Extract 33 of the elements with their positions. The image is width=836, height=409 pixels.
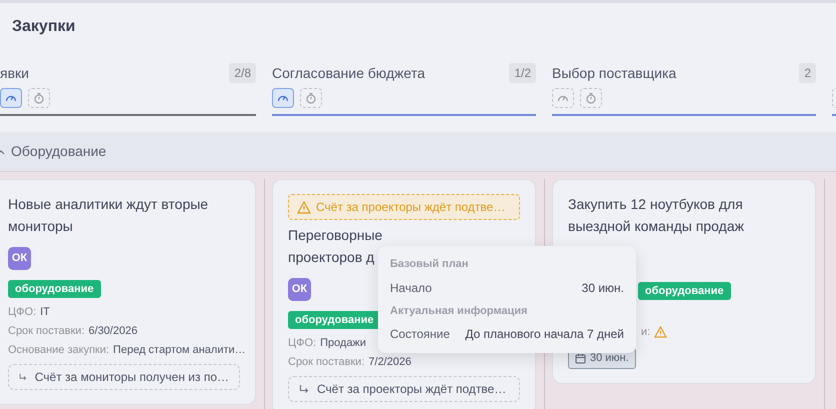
field-label: Основание закупки: bbox=[8, 342, 110, 358]
column-title: Согласование бюджета bbox=[272, 64, 425, 83]
card-title-line: Переговорные bbox=[288, 226, 382, 245]
card-title: Закупить 12 ноутбуков для выездной команды продаж bbox=[568, 195, 745, 236]
tooltip-heading: Актуальная информация bbox=[390, 304, 528, 318]
column-title: явки bbox=[0, 64, 29, 82]
field-label: ЦФО: bbox=[288, 336, 316, 351]
field-value: IT bbox=[40, 304, 50, 320]
column-count: 2 bbox=[799, 63, 816, 83]
warning-text: Счёт за проекторы ждёт подтве… bbox=[316, 199, 506, 216]
page-title: Закупки bbox=[12, 16, 76, 36]
column-count: 2/8 bbox=[229, 63, 256, 83]
column-count: 1/2 bbox=[509, 63, 536, 83]
tooltip-label: Начало bbox=[390, 280, 432, 296]
field-value: 6/30/2026 bbox=[88, 324, 138, 339]
card-title: Новые аналитики ждут вторые мониторы bbox=[8, 195, 210, 236]
category-tag: оборудование bbox=[638, 282, 731, 300]
field-label: Срок поставки: bbox=[288, 354, 365, 370]
tooltip-value: 30 июн. bbox=[582, 280, 624, 296]
tooltip-label: Состояние bbox=[390, 326, 450, 343]
field-value: Продажи bbox=[320, 336, 366, 351]
field-label: ЦФО: bbox=[8, 304, 36, 320]
card-title-line: проекторов д bbox=[288, 248, 374, 267]
category-tag: оборудование bbox=[8, 280, 101, 298]
field-value: 7/2/2026 bbox=[368, 354, 412, 370]
avatar-badge: ОК bbox=[8, 247, 31, 270]
tooltip-heading: Базовый план bbox=[390, 257, 470, 272]
category-tag: оборудование bbox=[288, 311, 381, 329]
field-value: Перед стартом аналити… bbox=[113, 342, 246, 358]
field-label: и: bbox=[641, 324, 650, 340]
column-title: Выбор поставщика bbox=[552, 64, 676, 83]
avatar-badge: ОК bbox=[288, 278, 311, 301]
field-label: Срок поставки: bbox=[8, 324, 85, 339]
